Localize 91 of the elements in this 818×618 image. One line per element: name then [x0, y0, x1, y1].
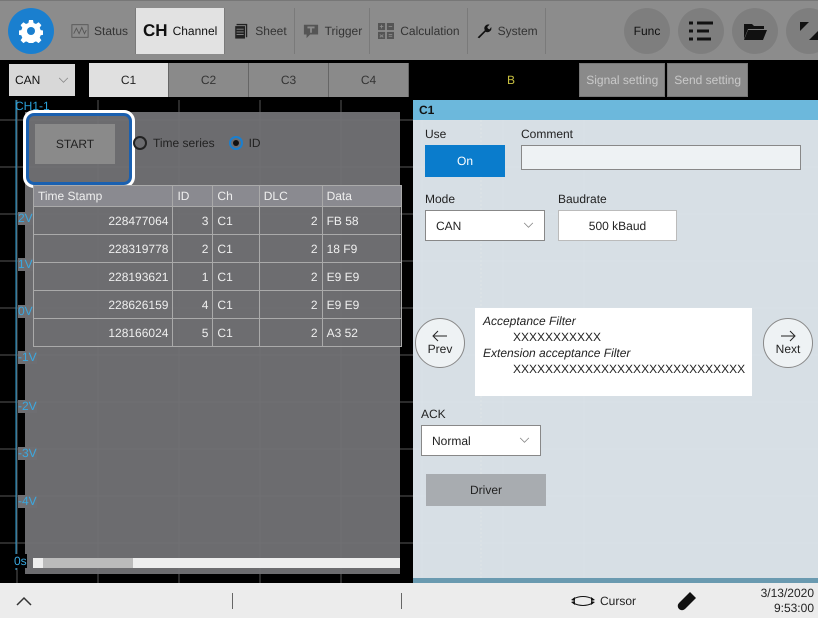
axis-label: 1V	[18, 258, 33, 271]
table-cell: 2	[172, 234, 213, 262]
dialog-title: C1	[413, 100, 818, 120]
field-label: ACK	[421, 407, 446, 421]
table-cell: 5	[172, 318, 213, 346]
comment-field[interactable]	[521, 145, 801, 170]
signal-type-dropdown[interactable]: CAN	[9, 64, 75, 96]
trigger-icon	[302, 22, 320, 38]
table-cell: 2	[259, 318, 322, 346]
table-cell: C1	[212, 262, 260, 290]
arrow-right-icon	[780, 330, 796, 342]
table-cell: C1	[212, 290, 260, 318]
cursor-button[interactable]: Cursor	[570, 590, 636, 612]
column-header: Data	[322, 186, 402, 206]
menu-tab[interactable]: CH Channel	[136, 8, 226, 54]
table-cell: 1	[172, 262, 213, 290]
chevron-down-icon	[523, 222, 534, 229]
channel-tab[interactable]: C1	[89, 63, 169, 97]
axis-label: -4V	[18, 495, 37, 508]
start-button[interactable]: START	[35, 124, 115, 164]
table-cell: 228319778	[34, 234, 173, 262]
settings-button[interactable]	[8, 8, 54, 54]
view-radio[interactable]: Time series	[133, 136, 215, 150]
axis-label: 0s	[14, 554, 27, 568]
chevron-down-icon	[519, 437, 530, 444]
list-icon	[688, 20, 714, 40]
usb-drive-icon	[676, 590, 698, 612]
table-cell: 228193621	[34, 262, 173, 290]
channel-tab[interactable]: C4	[329, 63, 409, 97]
driver-button[interactable]: Driver	[426, 474, 546, 506]
list-button[interactable]	[678, 8, 724, 54]
table-cell: C1	[212, 234, 260, 262]
table-cell: C1	[212, 318, 260, 346]
table-cell: 4	[172, 290, 213, 318]
table-cell: FB 58	[322, 206, 402, 234]
use-toggle[interactable]: On	[425, 145, 505, 177]
wrench-icon	[474, 22, 493, 38]
column-header: Ch	[212, 186, 260, 206]
filter-label: Acceptance Filter	[483, 314, 578, 328]
calculator-icon	[377, 22, 396, 38]
mode-dropdown[interactable]: CAN	[425, 210, 545, 241]
scroll-thumb[interactable]	[43, 558, 133, 568]
axis-label: -3V	[18, 447, 37, 460]
diagonal-arrows-icon	[798, 20, 818, 42]
chevron-down-icon	[58, 76, 69, 84]
folder-button[interactable]	[732, 8, 778, 54]
column-header: ID	[172, 186, 213, 206]
cursor-marker: B	[507, 73, 516, 87]
table-cell: 3	[172, 206, 213, 234]
prev-button[interactable]: Prev	[415, 318, 465, 368]
channel-label: CH1-1	[15, 100, 50, 112]
table-cell: 2	[259, 234, 322, 262]
table-cell: E9 E9	[322, 290, 402, 318]
baudrate-field[interactable]: 500 kBaud	[558, 210, 677, 241]
table-cell: A3 52	[322, 318, 402, 346]
channel-icon: CH	[143, 20, 168, 40]
filter-value: XXXXXXXXXXX	[513, 330, 602, 344]
func-button[interactable]: Func	[624, 8, 670, 54]
field-label: Comment	[521, 127, 574, 141]
table-cell: C1	[212, 206, 260, 234]
field-label: Mode	[425, 192, 456, 206]
column-header: DLC	[259, 186, 322, 206]
settings-icon	[19, 18, 43, 42]
axis-label: -1V	[18, 351, 37, 364]
table-cell: 2	[259, 206, 322, 234]
ack-dropdown[interactable]: Normal	[421, 425, 541, 456]
table-cell: 228626159	[34, 290, 173, 318]
channel-tab[interactable]: C3	[249, 63, 329, 97]
axis-label: -2V	[18, 400, 37, 413]
table-cell: 2	[259, 262, 322, 290]
filter-value: XXXXXXXXXXXXXXXXXXXXXXXXXXXXX	[513, 362, 746, 376]
table-cell: 228477064	[34, 206, 173, 234]
filter-label: Extension acceptance Filter	[483, 346, 632, 360]
field-label: Baudrate	[558, 192, 607, 206]
waveform-icon	[71, 22, 89, 38]
status-time: 9:53:00	[772, 600, 814, 615]
column-header: Time Stamp	[34, 186, 173, 206]
view-radio[interactable]: ID	[228, 136, 261, 150]
status-date: 3/13/2020	[760, 586, 814, 600]
chevron-up-icon[interactable]	[16, 596, 32, 606]
next-button[interactable]: Next	[763, 318, 813, 368]
table-cell: 18 F9	[322, 234, 402, 262]
axis-label: 2V	[18, 212, 33, 225]
table-cell: E9 E9	[322, 262, 402, 290]
arrow-left-icon	[432, 330, 448, 342]
table-cell: 2	[259, 290, 322, 318]
axis-label: 0V	[18, 305, 33, 318]
table-cell: 128166024	[34, 318, 173, 346]
channel-tab[interactable]: C2	[169, 63, 249, 97]
field-label: Use	[425, 127, 446, 141]
horizontal-scrollbar[interactable]	[33, 558, 400, 568]
